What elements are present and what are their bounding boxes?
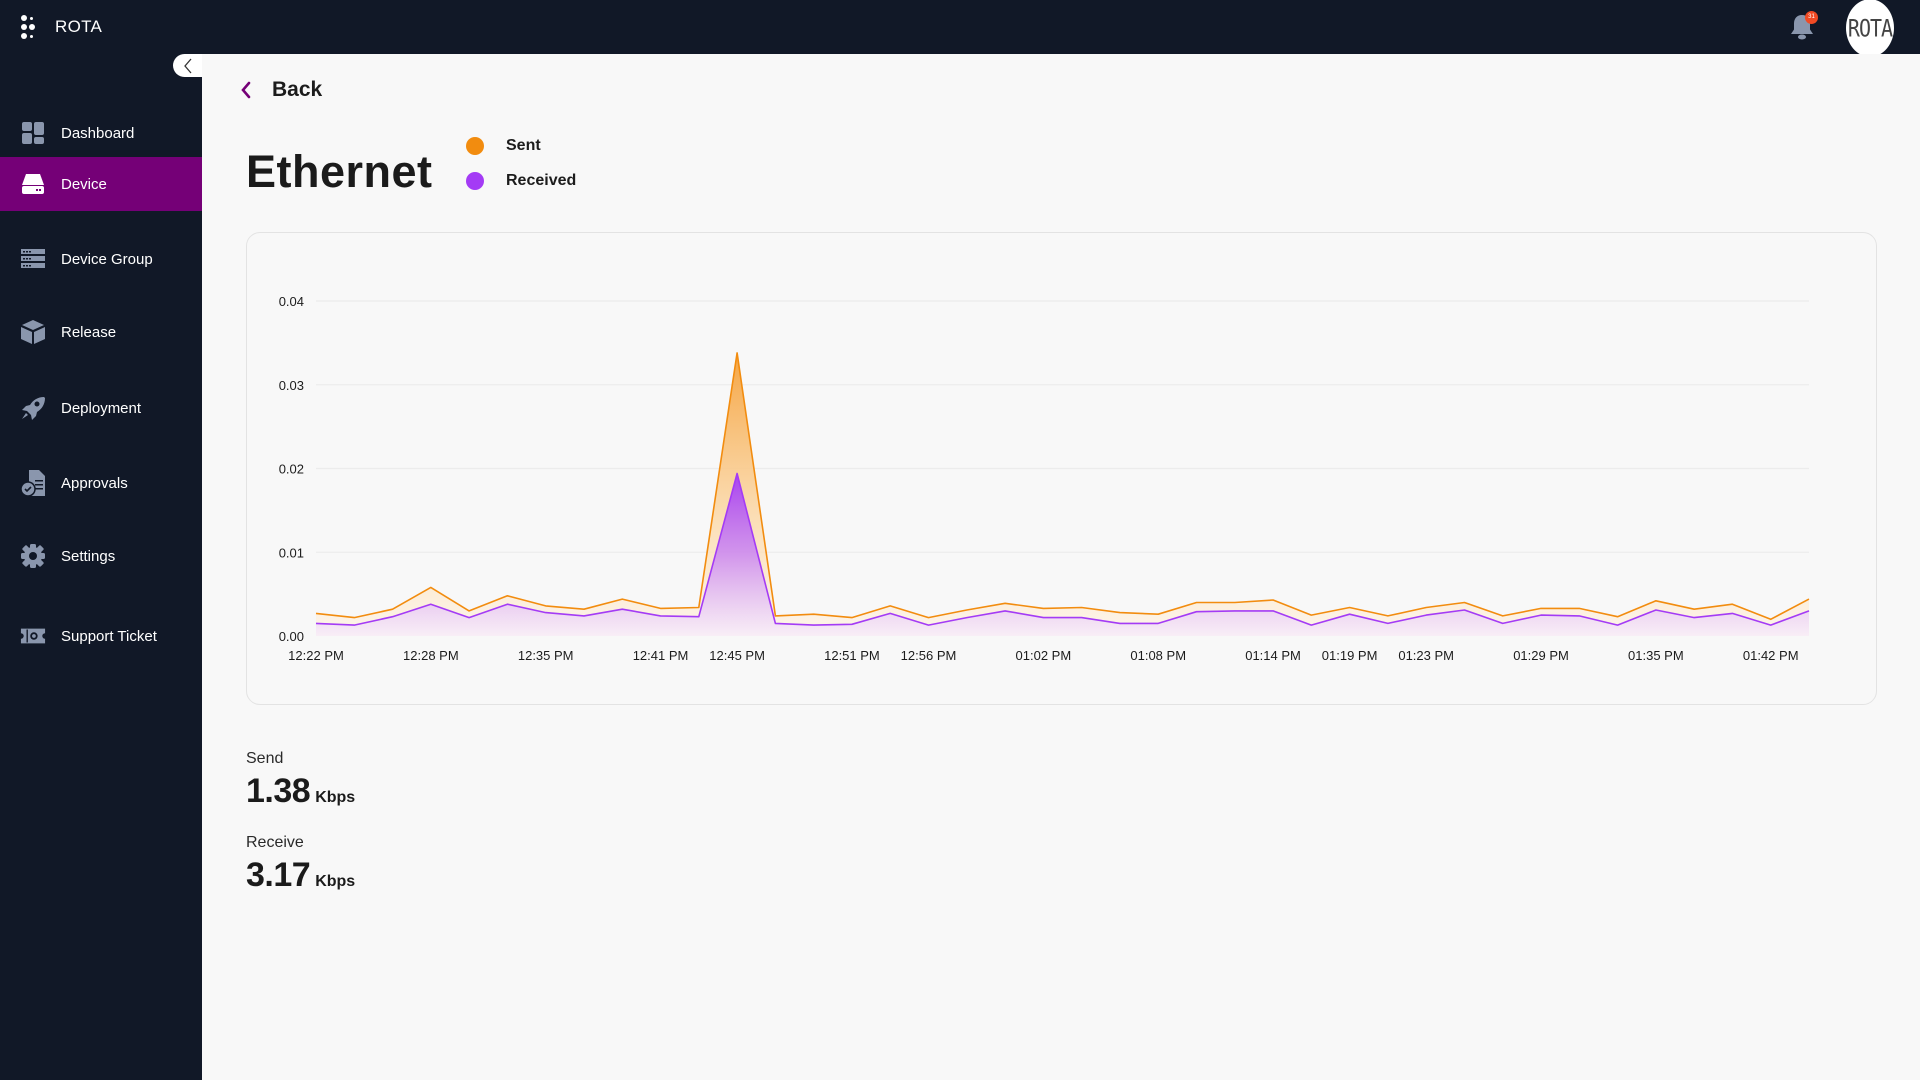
send-unit: Kbps <box>315 789 356 806</box>
sidebar: Dashboard Device Device Group Release De… <box>0 54 202 1080</box>
x-tick-label: 01:14 PM <box>1245 648 1301 663</box>
legend-dot-received <box>466 172 484 190</box>
notification-badge: 31 <box>1805 11 1818 24</box>
x-tick-label: 01:35 PM <box>1628 648 1684 663</box>
send-value: 1.38 Kbps <box>246 772 355 811</box>
back-label: Back <box>272 78 323 101</box>
rocket-icon <box>20 395 46 421</box>
x-tick-label: 12:41 PM <box>633 648 689 663</box>
legend-item-sent: Sent <box>466 137 541 155</box>
user-avatar[interactable]: ROTA <box>1846 0 1894 57</box>
y-tick-label: 0.03 <box>279 378 304 393</box>
chevron-left-icon <box>183 58 191 73</box>
x-tick-label: 12:45 PM <box>709 648 765 663</box>
x-tick-label: 12:56 PM <box>901 648 957 663</box>
x-tick-label: 12:35 PM <box>518 648 574 663</box>
brand-logo-icon <box>20 14 36 40</box>
legend-dot-sent <box>466 137 484 155</box>
x-tick-label: 12:22 PM <box>288 648 344 663</box>
sidebar-item-dashboard[interactable]: Dashboard <box>0 106 202 160</box>
sidebar-item-label: Deployment <box>61 399 142 417</box>
sidebar-item-settings[interactable]: Settings <box>0 529 202 583</box>
legend-label-sent: Sent <box>506 137 541 154</box>
y-tick-label: 0.00 <box>279 629 304 644</box>
receive-label: Receive <box>246 834 304 851</box>
top-bar: ROTA 31 ROTA <box>0 0 1920 57</box>
sidebar-item-label: Dashboard <box>61 124 135 142</box>
y-tick-label: 0.01 <box>279 545 304 560</box>
sidebar-item-label: Support Ticket <box>61 627 157 645</box>
y-tick-label: 0.02 <box>279 462 304 477</box>
sidebar-item-device-group[interactable]: Device Group <box>0 232 202 286</box>
receive-number: 3.17 <box>246 856 311 894</box>
x-tick-label: 01:23 PM <box>1398 648 1454 663</box>
back-button[interactable]: Back <box>240 78 322 102</box>
sidebar-item-label: Approvals <box>61 474 128 492</box>
ticket-icon <box>20 623 46 649</box>
send-label: Send <box>246 750 284 767</box>
approvals-icon <box>20 470 46 497</box>
brand[interactable]: ROTA <box>20 14 102 40</box>
device-group-icon <box>20 246 46 272</box>
network-traffic-chart: 0.00 0.01 0.02 0.03 0.04 12:22 PM 12:28 PM 12:… <box>279 294 1810 663</box>
sidebar-item-support-ticket[interactable]: Support Ticket <box>0 609 202 663</box>
sidebar-item-label: Device Group <box>61 250 153 268</box>
box-icon <box>20 319 46 345</box>
sidebar-item-label: Release <box>61 323 117 341</box>
brand-name: ROTA <box>55 17 103 36</box>
gear-icon <box>20 543 46 569</box>
sidebar-item-approvals[interactable]: Approvals <box>0 456 202 510</box>
page-title: Ethernet <box>246 146 433 197</box>
sidebar-item-label: Settings <box>61 547 116 565</box>
x-tick-label: 01:19 PM <box>1322 648 1378 663</box>
receive-value: 3.17 Kbps <box>246 856 355 895</box>
area-sent <box>316 352 1809 636</box>
y-tick-label: 0.04 <box>279 294 304 309</box>
x-tick-label: 01:29 PM <box>1513 648 1569 663</box>
send-number: 1.38 <box>246 772 311 810</box>
chart-card: 0.00 0.01 0.02 0.03 0.04 12:22 PM 12:28 PM 12:… <box>246 232 1877 705</box>
chevron-left-icon <box>241 81 251 99</box>
dashboard-icon <box>20 120 46 146</box>
x-tick-label: 12:51 PM <box>824 648 880 663</box>
sidebar-item-device[interactable]: Device <box>0 157 202 211</box>
sidebar-item-label: Device <box>61 175 107 193</box>
sidebar-item-deployment[interactable]: Deployment <box>0 381 202 435</box>
x-tick-label: 12:28 PM <box>403 648 459 663</box>
device-icon <box>20 171 46 197</box>
x-tick-label: 01:02 PM <box>1016 648 1072 663</box>
line-sent <box>315 352 1810 621</box>
line-received <box>315 472 1810 626</box>
legend-item-received: Received <box>466 172 576 190</box>
receive-unit: Kbps <box>315 873 356 890</box>
x-tick-label: 01:42 PM <box>1743 648 1799 663</box>
collapse-sidebar-button[interactable] <box>173 54 202 77</box>
x-tick-label: 01:08 PM <box>1130 648 1186 663</box>
sidebar-item-release[interactable]: Release <box>0 305 202 359</box>
legend-label-received: Received <box>506 172 577 189</box>
